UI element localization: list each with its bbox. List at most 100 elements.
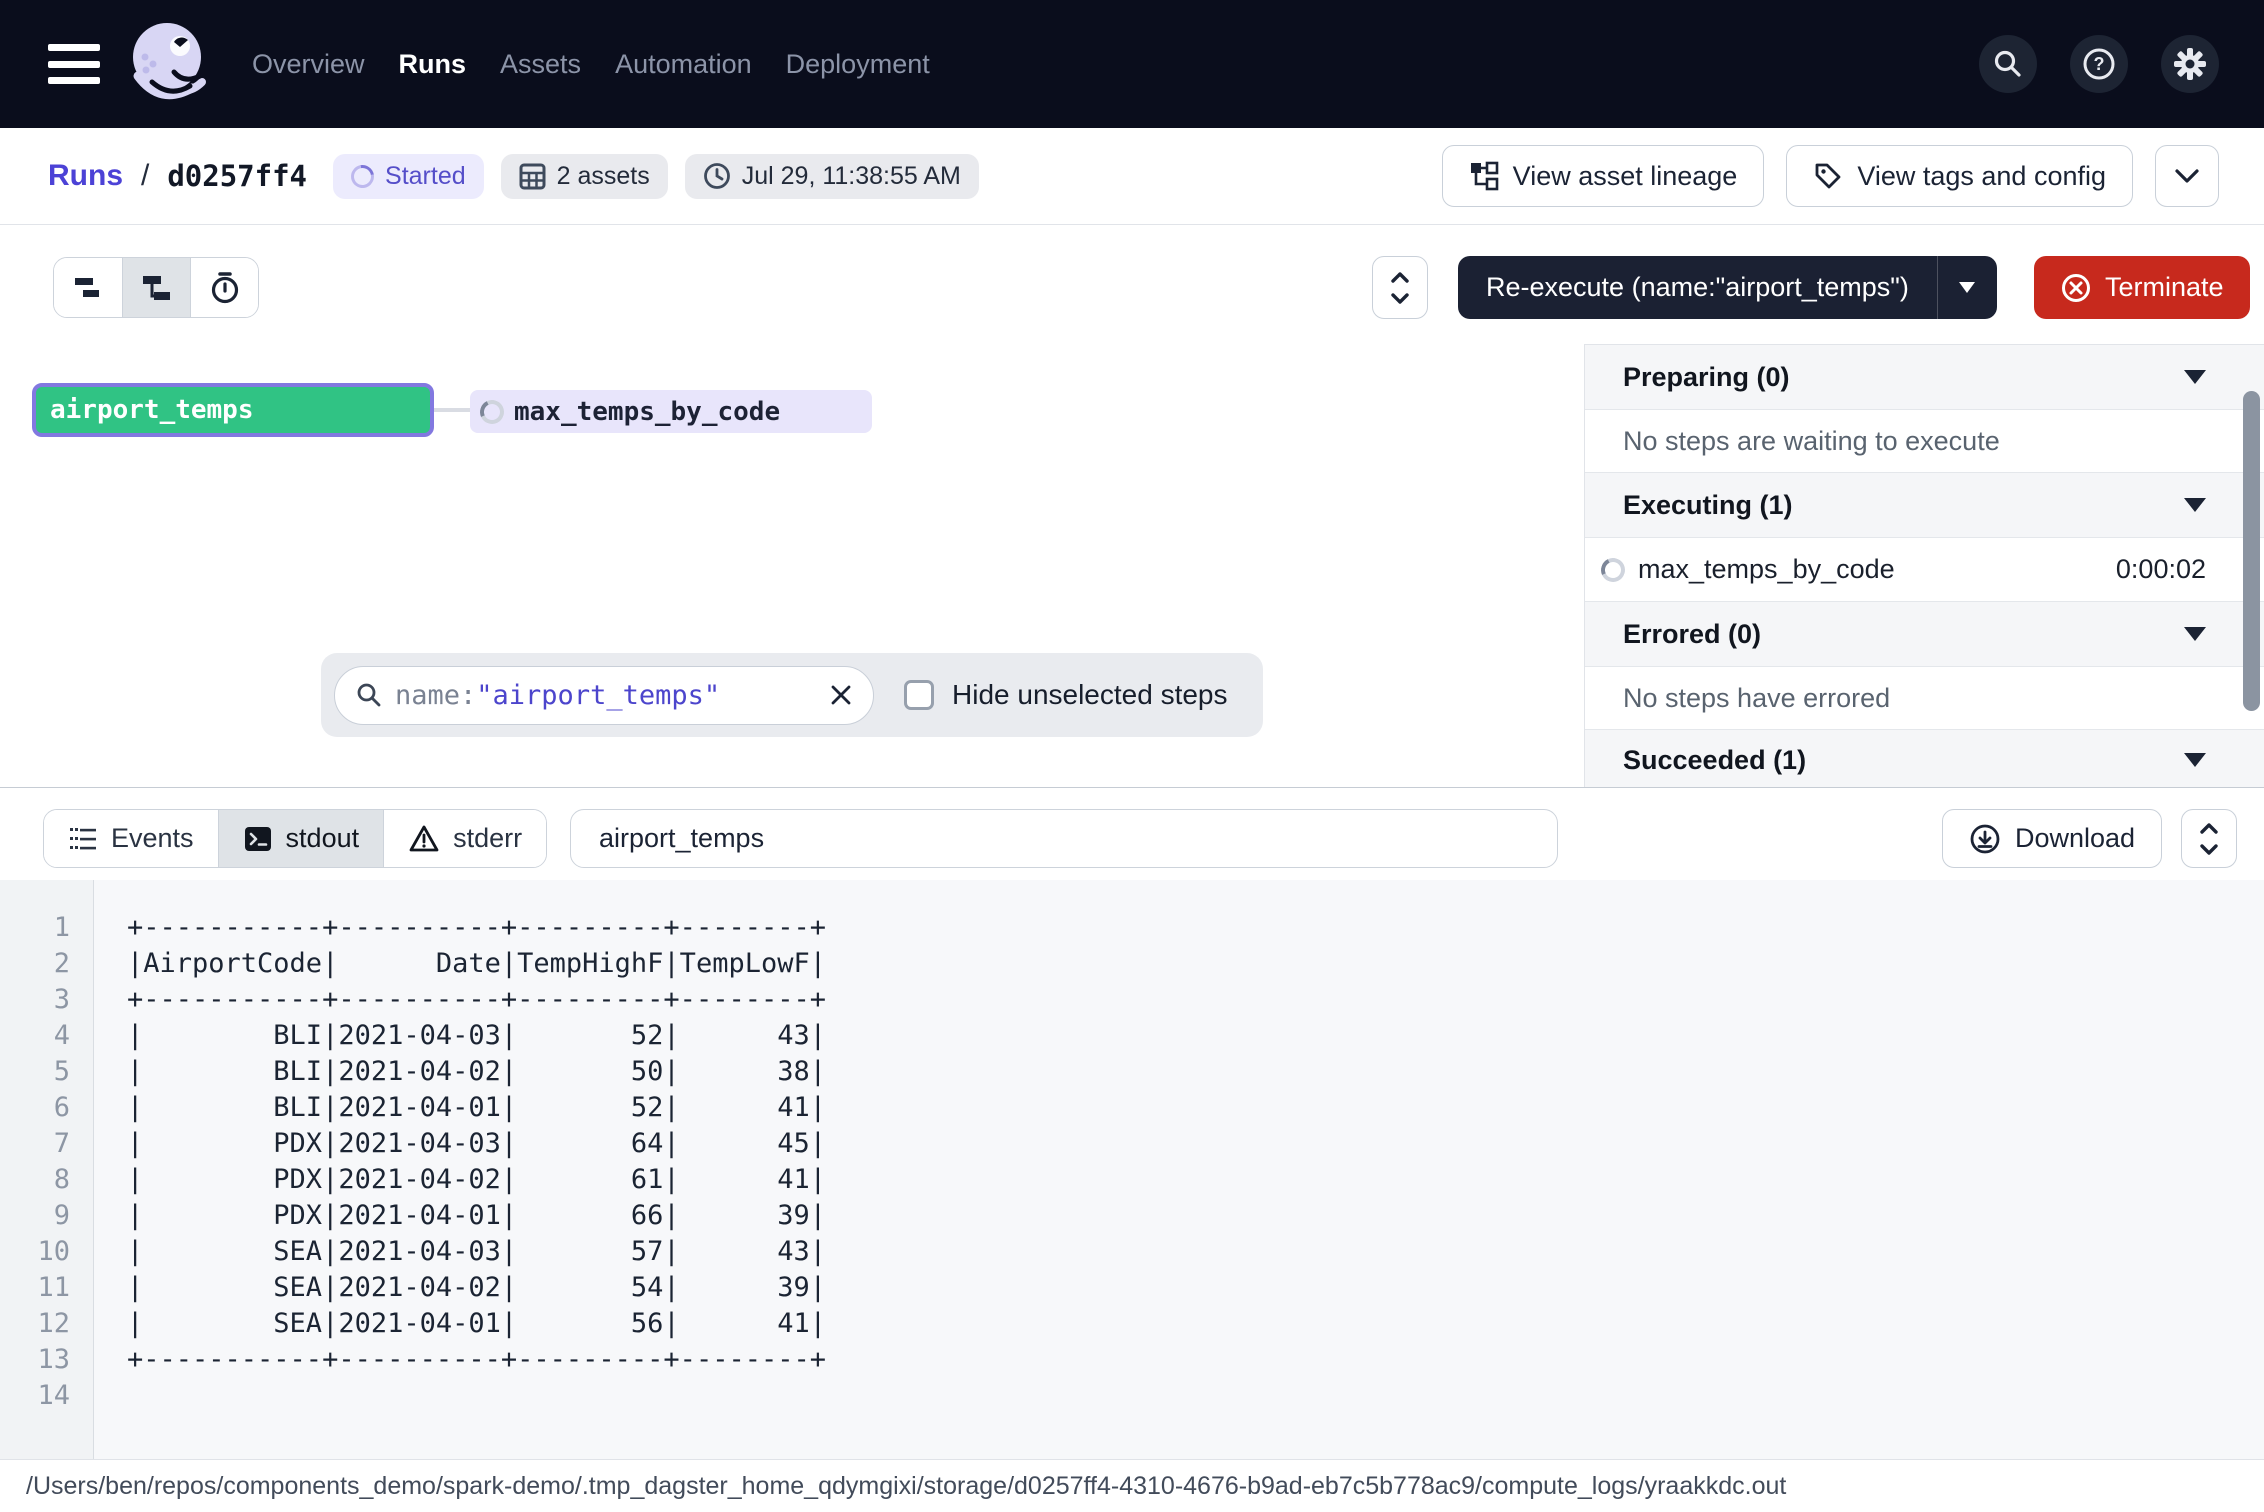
breadcrumb-separator: /: [141, 159, 149, 193]
step-node-max-temps-by-code[interactable]: max_temps_by_code: [470, 390, 872, 433]
line-text: +-----------+----------+---------+------…: [70, 910, 826, 946]
view-tags-config-button[interactable]: View tags and config: [1786, 145, 2133, 207]
log-line: 4| BLI|2021-04-03| 52| 43|: [0, 1018, 826, 1054]
terminal-icon: [243, 825, 273, 853]
stopwatch-icon: [209, 271, 241, 305]
breadcrumb-runs-link[interactable]: Runs: [48, 159, 123, 193]
log-line: 12| SEA|2021-04-01| 56| 41|: [0, 1306, 826, 1342]
executing-title: Executing (1): [1623, 490, 1793, 521]
log-line: 2|AirportCode| Date|TempHighF|TempLowF|: [0, 946, 826, 982]
more-run-actions-button[interactable]: [2155, 145, 2219, 207]
nav-item-automation[interactable]: Automation: [615, 49, 752, 80]
graph-edge: [434, 408, 470, 412]
log-line: 13+-----------+----------+---------+----…: [0, 1342, 826, 1378]
help-button[interactable]: ?: [2070, 35, 2128, 93]
nav-item-deployment[interactable]: Deployment: [786, 49, 930, 80]
log-line: 6| BLI|2021-04-01| 52| 41|: [0, 1090, 826, 1126]
timestamp-badge: Jul 29, 11:38:55 AM: [685, 154, 979, 199]
preparing-empty-row: No steps are waiting to execute: [1585, 410, 2264, 473]
re-execute-dropdown-button[interactable]: [1937, 256, 1997, 319]
panel-section-preparing[interactable]: Preparing (0): [1585, 345, 2264, 410]
line-text: +-----------+----------+---------+------…: [70, 1342, 826, 1378]
view-asset-lineage-button[interactable]: View asset lineage: [1442, 145, 1765, 207]
line-text: | SEA|2021-04-02| 54| 39|: [70, 1270, 826, 1306]
panel-section-executing[interactable]: Executing (1): [1585, 473, 2264, 538]
step-filter-input[interactable]: name: "airport_temps": [334, 666, 874, 725]
view-asset-lineage-label: View asset lineage: [1513, 161, 1738, 192]
settings-button[interactable]: [2161, 35, 2219, 93]
search-button[interactable]: [1979, 35, 2037, 93]
timestamp-badge-label: Jul 29, 11:38:55 AM: [742, 162, 961, 191]
tab-stdout[interactable]: stdout: [218, 810, 384, 867]
panel-section-errored[interactable]: Errored (0): [1585, 602, 2264, 667]
line-text: +-----------+----------+---------+------…: [70, 982, 826, 1018]
line-text: | SEA|2021-04-01| 56| 41|: [70, 1306, 826, 1342]
panel-scrollbar[interactable]: [2243, 391, 2260, 711]
panel-section-succeeded[interactable]: Succeeded (1): [1585, 730, 2264, 787]
hide-unselected-steps-control[interactable]: Hide unselected steps: [904, 679, 1228, 711]
hide-unselected-checkbox[interactable]: [904, 680, 934, 710]
terminate-icon: [2060, 272, 2092, 304]
step-node-label: max_temps_by_code: [514, 397, 780, 427]
tab-events[interactable]: Events: [44, 810, 218, 867]
line-number: 3: [0, 982, 70, 1018]
log-file-path: /Users/ben/repos/components_demo/spark-d…: [26, 1472, 1786, 1501]
breadcrumb: Runs / d0257ff4: [48, 159, 307, 193]
view-timer-button[interactable]: [190, 258, 258, 317]
filter-key: name:: [395, 680, 476, 711]
log-line: 14: [0, 1378, 826, 1414]
log-line: 8| PDX|2021-04-02| 61| 41|: [0, 1162, 826, 1198]
lineage-icon: [1469, 161, 1499, 191]
line-text: | PDX|2021-04-01| 66| 39|: [70, 1198, 826, 1234]
view-mode-toggle: [53, 257, 259, 318]
nav-item-overview[interactable]: Overview: [252, 49, 365, 80]
line-number: 1: [0, 910, 70, 946]
dagster-logo-icon[interactable]: [122, 14, 214, 114]
status-badge-label: Started: [385, 162, 466, 191]
caret-down-icon: [1959, 282, 1975, 293]
line-text: |AirportCode| Date|TempHighF|TempLowF|: [70, 946, 826, 982]
download-label: Download: [2015, 823, 2135, 854]
log-step-selector[interactable]: airport_temps: [570, 809, 1558, 868]
view-waterfall-button[interactable]: [122, 258, 190, 317]
line-text: | BLI|2021-04-02| 50| 38|: [70, 1054, 826, 1090]
re-execute-label: Re-execute (name:"airport_temps"): [1458, 272, 1937, 303]
log-line: 3+-----------+----------+---------+-----…: [0, 982, 826, 1018]
spinner-icon: [347, 160, 379, 192]
line-number: 2: [0, 946, 70, 982]
nav-item-assets[interactable]: Assets: [500, 49, 581, 80]
menu-icon[interactable]: [48, 44, 100, 84]
gantt-waterfall-icon: [140, 273, 174, 303]
download-button[interactable]: Download: [1942, 809, 2162, 868]
expand-vertical-icon: [1389, 271, 1411, 305]
log-step-selector-value: airport_temps: [599, 823, 764, 854]
primary-nav: Overview Runs Assets Automation Deployme…: [252, 49, 930, 80]
expand-logs-button[interactable]: [2181, 809, 2237, 868]
log-line: 9| PDX|2021-04-01| 66| 39|: [0, 1198, 826, 1234]
line-text: [70, 1378, 127, 1414]
clock-icon: [703, 162, 731, 190]
view-flat-button[interactable]: [54, 258, 122, 317]
line-number: 4: [0, 1018, 70, 1054]
expand-gantt-button[interactable]: [1372, 256, 1428, 319]
tab-stderr[interactable]: stderr: [383, 810, 546, 867]
line-number: 5: [0, 1054, 70, 1090]
line-number: 6: [0, 1090, 70, 1126]
top-nav-bar: Overview Runs Assets Automation Deployme…: [0, 0, 2264, 128]
executing-step-name: max_temps_by_code: [1638, 554, 1895, 585]
gear-icon: [2172, 46, 2208, 82]
nav-item-runs[interactable]: Runs: [399, 49, 467, 80]
re-execute-button[interactable]: Re-execute (name:"airport_temps"): [1458, 256, 1997, 319]
terminate-button[interactable]: Terminate: [2034, 256, 2250, 319]
caret-down-icon: [2184, 370, 2206, 384]
clear-filter-icon[interactable]: [829, 683, 853, 707]
caret-down-icon: [2184, 498, 2206, 512]
log-line: 7| PDX|2021-04-03| 64| 45|: [0, 1126, 826, 1162]
executing-step-row[interactable]: max_temps_by_code 0:00:02: [1585, 538, 2264, 602]
log-line: 10| SEA|2021-04-03| 57| 43|: [0, 1234, 826, 1270]
line-text: | SEA|2021-04-03| 57| 43|: [70, 1234, 826, 1270]
stdout-log-viewer[interactable]: 1+-----------+----------+---------+-----…: [0, 880, 2264, 1459]
succeeded-title: Succeeded (1): [1623, 745, 1806, 776]
assets-badge[interactable]: 2 assets: [501, 154, 668, 199]
step-node-airport-temps[interactable]: airport_temps: [32, 383, 434, 437]
